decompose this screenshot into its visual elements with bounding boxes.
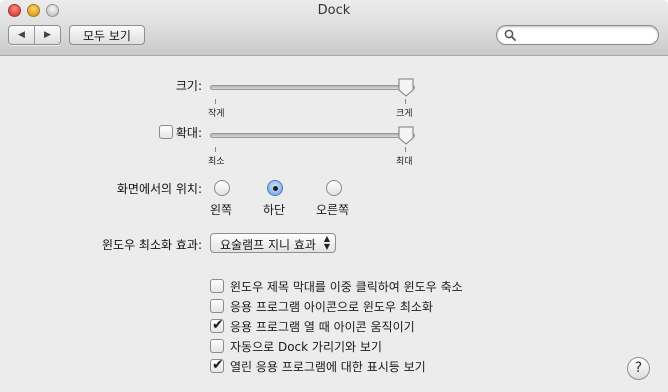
- back-arrow-icon: ◀: [18, 30, 25, 40]
- title-bar: Dock ◀ ▶ 모두 보기: [0, 0, 668, 56]
- preferences-content: 크기: 작게 크게 확대: 최소 최대 화면에서의 위치: 왼쪽 하단 오른쪽 …: [0, 57, 668, 392]
- magnification-label: 확대:: [175, 126, 202, 140]
- position-label: 화면에서의 위치:: [116, 182, 202, 196]
- magnification-max-label: 최대: [396, 157, 413, 167]
- magnification-max-tick: [405, 147, 406, 152]
- size-label: 크기:: [175, 79, 202, 93]
- magnification-min-tick: [215, 147, 216, 152]
- position-right-label: 오른쪽: [316, 203, 350, 217]
- minimize-into-app-icon-checkbox[interactable]: [210, 299, 224, 313]
- position-bottom-label: 하단: [263, 203, 286, 217]
- back-forward-group: ◀ ▶: [8, 25, 61, 45]
- checkmark-icon: ✔: [212, 357, 224, 373]
- size-min-tick: [215, 99, 216, 104]
- search-icon: [504, 29, 516, 41]
- forward-button[interactable]: ▶: [35, 26, 60, 44]
- window-title: Dock: [317, 3, 351, 18]
- auto-hide-dock-label: 자동으로 Dock 가리기와 보기: [230, 340, 382, 354]
- size-max-tick: [405, 99, 406, 104]
- forward-arrow-icon: ▶: [44, 30, 51, 40]
- dock-preferences-window: Dock ◀ ▶ 모두 보기 크기: 작게 크게 확대: 최소 최대 화면에서의…: [0, 0, 668, 392]
- back-button[interactable]: ◀: [9, 26, 35, 44]
- help-button[interactable]: ?: [627, 357, 650, 380]
- search-input[interactable]: [519, 27, 653, 43]
- size-min-label: 작게: [208, 109, 225, 119]
- magnification-slider[interactable]: [210, 126, 415, 146]
- checkmark-icon: ✔: [212, 317, 224, 333]
- minimize-effect-label: 윈도우 최소화 효과:: [102, 238, 202, 252]
- help-question-icon: ?: [634, 360, 643, 376]
- double-click-minimize-label: 윈도우 제목 막대를 이중 클릭하여 윈도우 축소: [230, 280, 463, 294]
- animate-opening-checkbox[interactable]: ✔: [210, 317, 224, 333]
- magnification-min-label: 최소: [208, 157, 225, 167]
- show-all-button[interactable]: 모두 보기: [69, 25, 145, 45]
- size-slider-knob[interactable]: [397, 78, 415, 97]
- size-slider-track: [210, 85, 415, 90]
- minimize-into-app-icon-label: 응용 프로그램 아이콘으로 윈도우 최소화: [230, 300, 433, 314]
- size-max-label: 크게: [396, 109, 413, 119]
- search-field[interactable]: [496, 25, 659, 45]
- updown-arrows-icon: ▲ ▼: [323, 234, 330, 251]
- position-left-radio[interactable]: [214, 180, 230, 196]
- position-bottom-radio[interactable]: [267, 180, 283, 196]
- minimize-effect-popup[interactable]: 요술램프 지니 효과 ▲ ▼: [210, 233, 336, 253]
- minimize-effect-value: 요술램프 지니 효과: [220, 238, 316, 252]
- animate-opening-label: 응용 프로그램 열 때 아이콘 움직이기: [230, 320, 415, 334]
- radio-selected-dot: [273, 186, 278, 191]
- double-click-minimize-checkbox[interactable]: [210, 279, 224, 293]
- show-indicator-lights-label: 열린 응용 프로그램에 대한 표시등 보기: [230, 360, 426, 374]
- show-indicator-lights-checkbox[interactable]: ✔: [210, 357, 224, 373]
- position-right-radio[interactable]: [326, 180, 342, 196]
- position-left-label: 왼쪽: [210, 203, 233, 217]
- auto-hide-dock-checkbox[interactable]: [210, 339, 224, 353]
- magnification-slider-knob[interactable]: [397, 126, 415, 145]
- magnification-slider-track: [210, 133, 415, 138]
- size-slider[interactable]: [210, 78, 415, 98]
